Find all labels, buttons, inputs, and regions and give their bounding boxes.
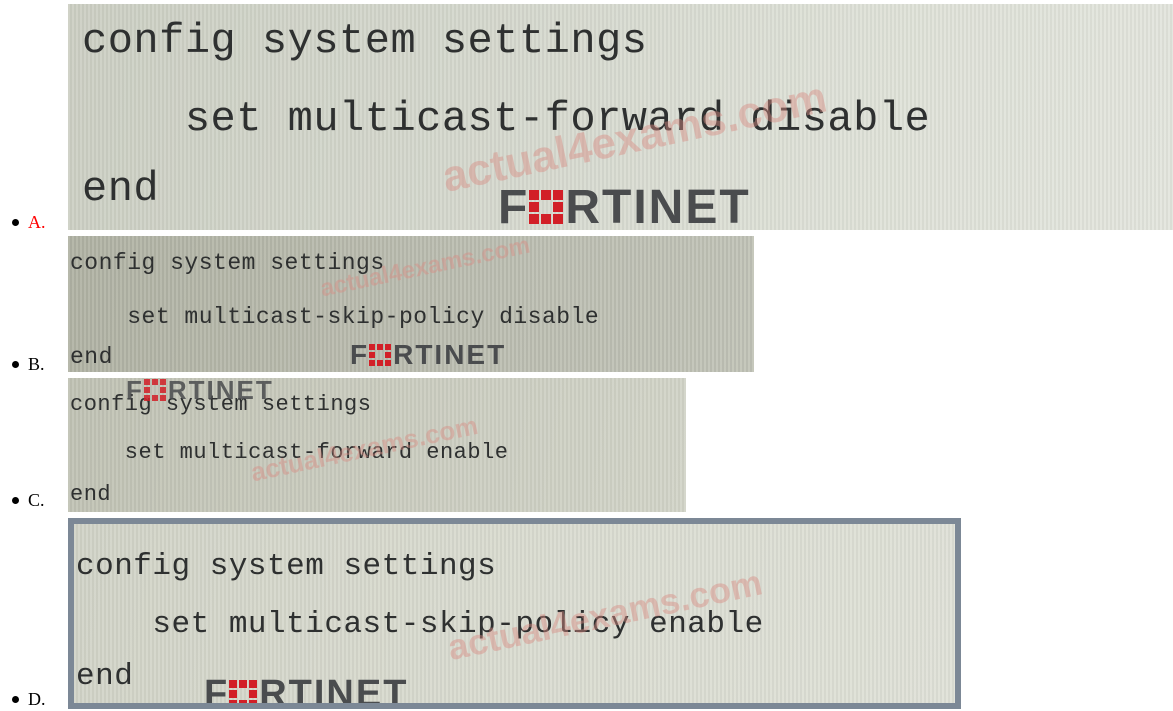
option-b-image[interactable]: config system settings set multicast-ski… [68,236,754,372]
fortinet-grid-icon [229,680,258,703]
logo-letter-f: F [126,378,144,405]
option-a[interactable]: config system settings set multicast-for… [0,0,1173,232]
option-letter: B. [28,354,45,374]
fortinet-grid-icon [529,190,564,224]
option-letter: A. [28,212,46,232]
option-b[interactable]: config system settings set multicast-ski… [0,234,760,374]
bullet-dot-icon [12,497,19,504]
code-line-3: end [70,344,113,370]
code-line-3: end [70,482,112,507]
logo-letters-rtinet: RTINET [259,672,409,709]
fortinet-grid-icon [369,344,392,366]
option-d-image[interactable]: config system settings set multicast-ski… [68,518,961,709]
watermark-text: actual4exams.com [318,236,533,303]
logo-letter-f: F [204,672,230,709]
bullet-dot-icon [12,696,19,703]
logo-letters-rtinet: RTINET [393,339,507,370]
option-d[interactable]: config system settings set multicast-ski… [0,516,965,711]
code-line-3: end [76,659,134,694]
fortinet-logo: F RTINET [350,339,507,370]
option-letter: D. [28,689,46,709]
fortinet-grid-icon [143,379,166,401]
fortinet-logo: F RTINET [498,180,751,231]
logo-letters-rtinet: RTINET [167,378,274,405]
option-c-image[interactable]: config system settings set multicast-for… [68,378,686,512]
code-line-1: config system settings [76,549,497,584]
code-line-2: set multicast-skip-policy disable [70,304,600,330]
logo-letter-f: F [498,180,530,231]
option-letter: C. [28,490,45,510]
bullet-dot-icon [12,219,19,226]
code-line-3: end [82,165,160,213]
option-a-image[interactable]: config system settings set multicast-for… [68,4,1173,230]
logo-letters-rtinet: RTINET [565,180,751,231]
fortinet-logo: F RTINET [204,672,409,709]
bullet-dot-icon [12,361,19,368]
fortinet-logo: F RTINET [126,378,274,405]
code-line-1: config system settings [82,17,648,65]
logo-letter-f: F [350,339,370,370]
option-c[interactable]: config system settings set multicast-for… [0,376,690,514]
